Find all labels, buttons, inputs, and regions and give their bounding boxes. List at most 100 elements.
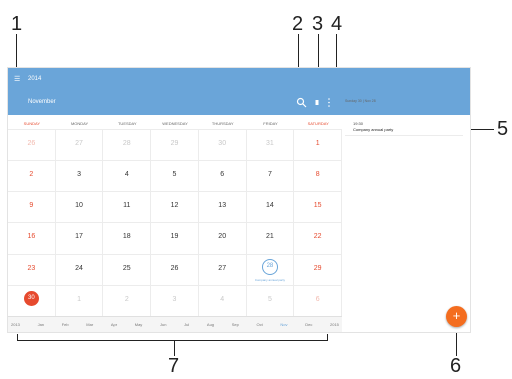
weekday-label: SUNDAY — [23, 121, 41, 126]
month-title: November — [28, 99, 56, 105]
day-cell[interactable]: 26 — [8, 129, 56, 161]
day-cell[interactable]: 8 — [294, 160, 342, 192]
day-cell[interactable]: 1 — [55, 284, 104, 316]
day-number: 10 — [75, 202, 83, 210]
day-cell[interactable]: 2 — [103, 284, 152, 316]
day-cell[interactable]: 31 — [246, 129, 295, 161]
day-cell[interactable]: 7 — [246, 160, 295, 192]
day-cell[interactable]: 21 — [246, 222, 295, 254]
day-cell[interactable]: 26 — [151, 253, 199, 285]
day-cell[interactable]: 5 — [151, 160, 199, 192]
weekday-label: FRIDAY — [263, 121, 278, 126]
day-cell[interactable]: 11 — [103, 191, 152, 223]
day-cell[interactable]: 4 — [103, 160, 152, 192]
search-icon[interactable] — [296, 97, 307, 108]
day-cell[interactable]: 15 — [294, 191, 342, 223]
day-cell[interactable]: 29 — [294, 253, 342, 285]
callout-7: 7 — [168, 355, 180, 377]
event-day-marker: 28 — [261, 258, 278, 275]
day-number: 11 — [123, 202, 131, 210]
day-cell[interactable]: 23 — [8, 253, 56, 285]
month-strip-item[interactable]: 2015 — [330, 322, 339, 327]
day-number: 1 — [315, 140, 320, 147]
day-number: 19 — [170, 233, 179, 241]
day-number: 28 — [266, 262, 274, 269]
day-cell[interactable]: 13 — [198, 191, 247, 223]
day-cell[interactable]: 12 — [151, 191, 199, 223]
month-strip-item-current[interactable]: Nov — [280, 322, 287, 327]
month-strip-item[interactable]: Jun — [160, 322, 166, 327]
day-cell[interactable]: 30 — [198, 129, 247, 161]
overflow-menu-icon[interactable] — [326, 97, 332, 108]
day-number: 13 — [218, 202, 227, 210]
day-cell[interactable]: 3 — [151, 284, 199, 316]
day-number: 3 — [172, 295, 177, 303]
month-strip-item[interactable]: Sep — [232, 322, 239, 327]
day-cell[interactable]: 25 — [103, 253, 152, 285]
month-strip-item[interactable]: Oct — [257, 322, 263, 327]
day-cell[interactable]: 2 — [8, 160, 56, 192]
add-event-button[interactable]: + — [446, 306, 467, 327]
day-number: 6 — [315, 295, 320, 303]
day-number: 26 — [27, 140, 36, 147]
day-number: 25 — [122, 264, 131, 272]
day-number: 4 — [124, 171, 129, 179]
day-cell[interactable]: 3 — [55, 160, 104, 192]
callout-7-bracket-right — [327, 334, 328, 341]
day-cell[interactable]: 28 — [103, 129, 152, 161]
callout-7-line — [174, 340, 175, 356]
month-strip-item[interactable]: Aug — [207, 322, 214, 327]
day-number: 30 — [28, 294, 35, 301]
day-number: 29 — [313, 264, 322, 272]
day-cell[interactable]: 20 — [198, 222, 247, 254]
calendar-screen: ☰ 2014 November SUNDAY MONDAY TUESDAY WE… — [8, 68, 470, 332]
day-number: 4 — [220, 295, 225, 303]
event-item[interactable]: 19:30 Company annual party — [345, 119, 463, 136]
day-number: 5 — [267, 295, 272, 303]
day-cell[interactable]: 18 — [103, 222, 152, 254]
day-cell[interactable]: 27 — [55, 129, 104, 161]
month-strip-item[interactable]: Jan — [38, 322, 44, 327]
day-cell[interactable]: 19 — [151, 222, 199, 254]
day-cell-today[interactable]: 30 — [8, 284, 56, 316]
month-strip-item[interactable]: Dec — [305, 322, 312, 327]
weekday-label: SATURDAY — [307, 121, 329, 126]
callout-6: 6 — [450, 355, 462, 377]
day-cell[interactable]: 6 — [294, 284, 342, 316]
day-cell-event[interactable]: 28 Company annual party — [246, 253, 295, 285]
day-cell[interactable]: 9 — [8, 191, 56, 223]
day-cell[interactable]: 5 — [246, 284, 295, 316]
day-cell[interactable]: 10 — [55, 191, 104, 223]
day-number: 29 — [170, 140, 179, 147]
day-cell[interactable]: 22 — [294, 222, 342, 254]
weekday-label: TUESDAY — [117, 121, 137, 126]
day-cell[interactable]: 6 — [198, 160, 247, 192]
month-strip-item[interactable]: 2013 — [11, 322, 20, 327]
day-number: 15 — [313, 202, 322, 210]
day-cell[interactable]: 24 — [55, 253, 104, 285]
month-strip-item[interactable]: Apr — [111, 322, 117, 327]
day-cell[interactable]: 17 — [55, 222, 104, 254]
day-cell[interactable]: 1 — [294, 129, 342, 161]
day-grid: 26 27 28 29 30 31 1 2 3 4 5 6 7 8 9 10 1… — [8, 129, 342, 316]
agenda-date-label: Sunday 30 | Nov 28 — [345, 99, 376, 103]
day-number: 14 — [266, 202, 274, 210]
month-strip-item[interactable]: Mar — [86, 322, 93, 327]
month-strip-item[interactable]: May — [135, 322, 143, 327]
day-cell[interactable]: 14 — [246, 191, 295, 223]
day-number: 22 — [313, 233, 322, 241]
day-cell[interactable]: 29 — [151, 129, 199, 161]
day-cell[interactable]: 4 — [198, 284, 247, 316]
day-number: 21 — [266, 233, 274, 241]
month-strip[interactable]: 2013 Jan Feb Mar Apr May Jun Jul Aug Sep… — [8, 316, 342, 332]
today-icon[interactable] — [312, 97, 322, 108]
menu-icon[interactable]: ☰ — [14, 75, 20, 83]
month-strip-item[interactable]: Feb — [62, 322, 69, 327]
weekday-label: MONDAY — [70, 121, 89, 126]
day-agenda-panel: Sunday 30 | Nov 28 19:30 Company annual … — [342, 99, 470, 332]
day-cell[interactable]: 16 — [8, 222, 56, 254]
day-number: 12 — [170, 202, 179, 210]
day-number: 6 — [220, 171, 225, 179]
month-strip-item[interactable]: Jul — [184, 322, 189, 327]
callout-2: 2 — [292, 13, 304, 35]
